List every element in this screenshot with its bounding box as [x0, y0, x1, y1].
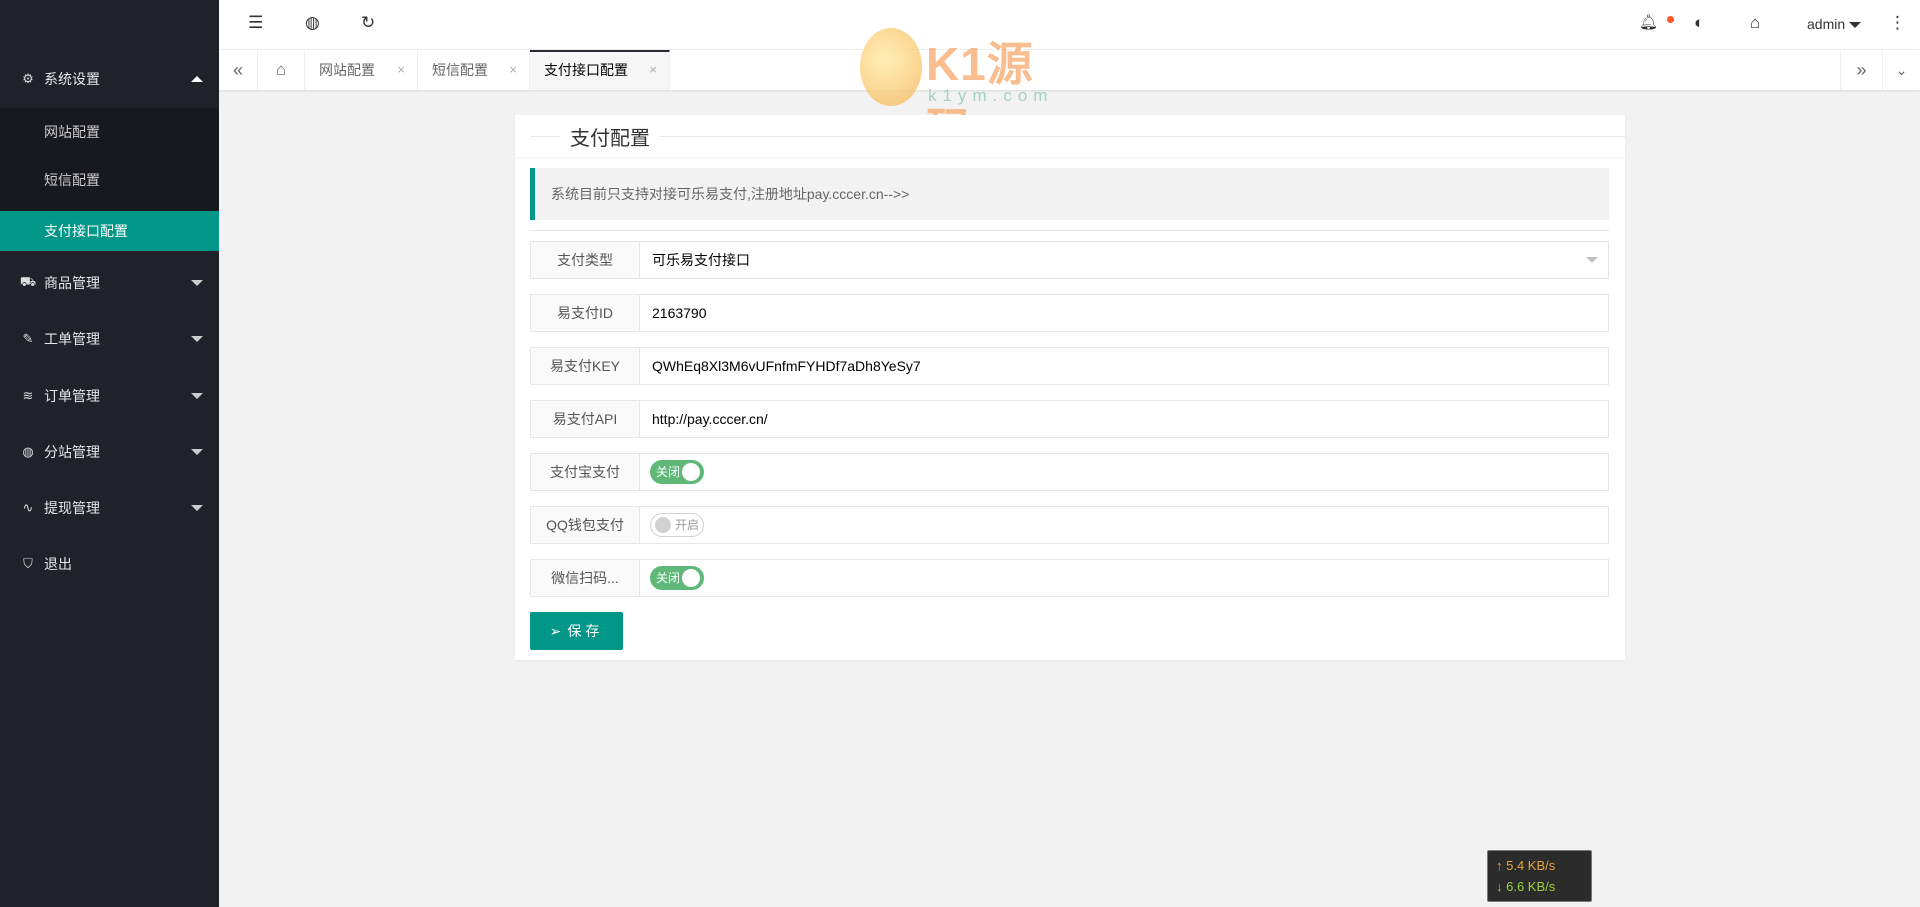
caret-down-icon — [191, 336, 203, 342]
scroll-right-icon[interactable]: » — [1840, 50, 1883, 90]
save-label: 保存 — [567, 623, 604, 639]
toggle-text: 关闭 — [656, 571, 681, 585]
field-label: 支付宝支付 — [531, 454, 640, 490]
tab-options-chevron-icon[interactable]: ⌄ — [1883, 50, 1920, 90]
field-qq-wallet: QQ钱包支付 开启 — [530, 506, 1609, 544]
caret-up-icon — [191, 76, 203, 82]
close-icon[interactable]: × — [397, 50, 405, 90]
user-menu[interactable]: admin — [1807, 16, 1862, 32]
pulse-icon: ∿ — [22, 500, 34, 515]
payment-type-select[interactable]: 可乐易支付接口 — [652, 242, 750, 278]
notification-dot — [1667, 16, 1674, 23]
shield-icon: ⛉ — [23, 556, 33, 571]
menu-system-settings[interactable]: ⚙ 系统设置 — [0, 50, 219, 108]
card-title-line: 支付配置 — [530, 122, 1625, 151]
bell-icon[interactable]: 🔔︎ — [1639, 13, 1658, 31]
epay-api-input[interactable]: http://pay.cccer.cn/ — [652, 401, 768, 437]
globe-icon: ◍ — [22, 444, 34, 459]
edit-icon: ✎ — [22, 331, 34, 346]
close-icon[interactable]: × — [509, 50, 517, 90]
menu-label: 系统设置 — [44, 71, 100, 87]
home-icon[interactable]: ⌂ — [258, 50, 305, 90]
caret-down-icon — [191, 280, 203, 286]
menu-label: 商品管理 — [44, 275, 100, 291]
field-label: QQ钱包支付 — [531, 507, 640, 543]
field-epay-id: 易支付ID 2163790 — [530, 294, 1609, 332]
alipay-toggle[interactable]: 关闭 — [650, 460, 704, 484]
qq-wallet-toggle[interactable]: 开启 — [650, 513, 704, 537]
submenu-item-payment-config[interactable]: 支付接口配置 — [0, 211, 219, 251]
field-epay-key: 易支付KEY QWhEq8Xl3M6vUFnfmFYHDf7aDh8YeSy7 — [530, 347, 1609, 385]
toggle-text: 关闭 — [656, 465, 681, 479]
divider — [515, 157, 1625, 158]
layers-icon: ≋ — [22, 388, 34, 403]
network-speed-widget: ↑ 5.4 KB/s ↓ 6.6 KB/s — [1487, 850, 1592, 902]
menu-label: 退出 — [44, 556, 72, 572]
menu-label: 提现管理 — [44, 500, 100, 516]
caret-down-icon — [191, 393, 203, 399]
divider — [530, 230, 1609, 231]
menu-label: 分站管理 — [44, 444, 100, 460]
caret-down-icon — [191, 505, 203, 511]
close-icon[interactable]: × — [649, 52, 657, 88]
save-button[interactable]: ➢ 保存 — [530, 612, 623, 650]
cart-icon: ⛟ — [19, 274, 37, 289]
epay-id-input[interactable]: 2163790 — [652, 295, 707, 331]
watermark-logo: K1源码 k1ym.com — [860, 28, 1070, 156]
menu-tickets[interactable]: ✎ 工单管理 — [0, 311, 219, 367]
sidebar: ⚙ 系统设置 网站配置 短信配置 支付接口配置 ⛟ 商品管理 ✎ 工单管理 ≋ … — [0, 0, 219, 907]
field-epay-api: 易支付API http://pay.cccer.cn/ — [530, 400, 1609, 438]
field-label: 微信扫码... — [531, 560, 640, 596]
submenu: 网站配置 短信配置 支付接口配置 — [0, 108, 219, 251]
tab-site-config[interactable]: 网站配置 × — [305, 50, 418, 90]
field-wechat: 微信扫码... 关闭 — [530, 559, 1609, 597]
tag-icon[interactable]: ⌂ — [1750, 13, 1760, 33]
caret-down-icon — [191, 449, 203, 455]
watermark-url: k1ym.com — [928, 86, 1054, 105]
caret-down-icon — [1849, 22, 1862, 29]
gear-icon: ⚙ — [22, 71, 34, 86]
menu-label: 工单管理 — [44, 331, 100, 347]
tab-sms-config[interactable]: 短信配置 × — [418, 50, 530, 90]
upload-speed: ↑ 5.4 KB/s — [1496, 858, 1556, 873]
send-icon: ➢ — [549, 622, 562, 639]
more-vertical-icon[interactable]: ⋮ — [1889, 13, 1906, 33]
wechat-toggle[interactable]: 关闭 — [650, 566, 704, 590]
menu-label: 订单管理 — [44, 388, 100, 404]
username: admin — [1807, 16, 1846, 32]
toggle-text: 开启 — [675, 518, 700, 532]
notice-box: 系统目前只支持对接可乐易支付,注册地址pay.cccer.cn-->> — [530, 168, 1609, 220]
caret-down-icon[interactable] — [1586, 257, 1598, 263]
refresh-icon[interactable]: ↻ — [361, 13, 375, 33]
collapse-menu-icon[interactable]: ☰ — [248, 13, 263, 33]
submenu-item-sms-config[interactable]: 短信配置 — [0, 156, 219, 204]
palette-icon[interactable]: ◐ — [1694, 13, 1704, 33]
menu-substations[interactable]: ◍ 分站管理 — [0, 424, 219, 480]
download-speed: ↓ 6.6 KB/s — [1496, 879, 1556, 894]
tab-label: 支付接口配置 — [544, 62, 628, 78]
scroll-left-icon[interactable]: « — [219, 50, 258, 90]
field-label: 支付类型 — [531, 242, 640, 278]
field-payment-type: 支付类型 可乐易支付接口 — [530, 241, 1609, 279]
globe-icon[interactable]: ◍ — [305, 13, 320, 33]
payment-config-card: 支付配置 系统目前只支持对接可乐易支付,注册地址pay.cccer.cn-->>… — [515, 115, 1625, 660]
card-title: 支付配置 — [560, 122, 660, 151]
field-alipay: 支付宝支付 关闭 — [530, 453, 1609, 491]
menu-products[interactable]: ⛟ 商品管理 — [0, 255, 219, 311]
menu-withdrawals[interactable]: ∿ 提现管理 — [0, 480, 219, 536]
field-label: 易支付API — [531, 401, 640, 437]
submenu-item-site-config[interactable]: 网站配置 — [0, 108, 219, 156]
epay-key-input[interactable]: QWhEq8Xl3M6vUFnfmFYHDf7aDh8YeSy7 — [652, 348, 921, 384]
tab-payment-config[interactable]: 支付接口配置 × — [530, 50, 670, 90]
menu-orders[interactable]: ≋ 订单管理 — [0, 368, 219, 424]
tab-label: 短信配置 — [432, 62, 488, 78]
field-label: 易支付KEY — [531, 348, 640, 384]
menu-logout[interactable]: ⛉ 退出 — [0, 536, 219, 592]
field-label: 易支付ID — [531, 295, 640, 331]
tab-label: 网站配置 — [319, 62, 375, 78]
